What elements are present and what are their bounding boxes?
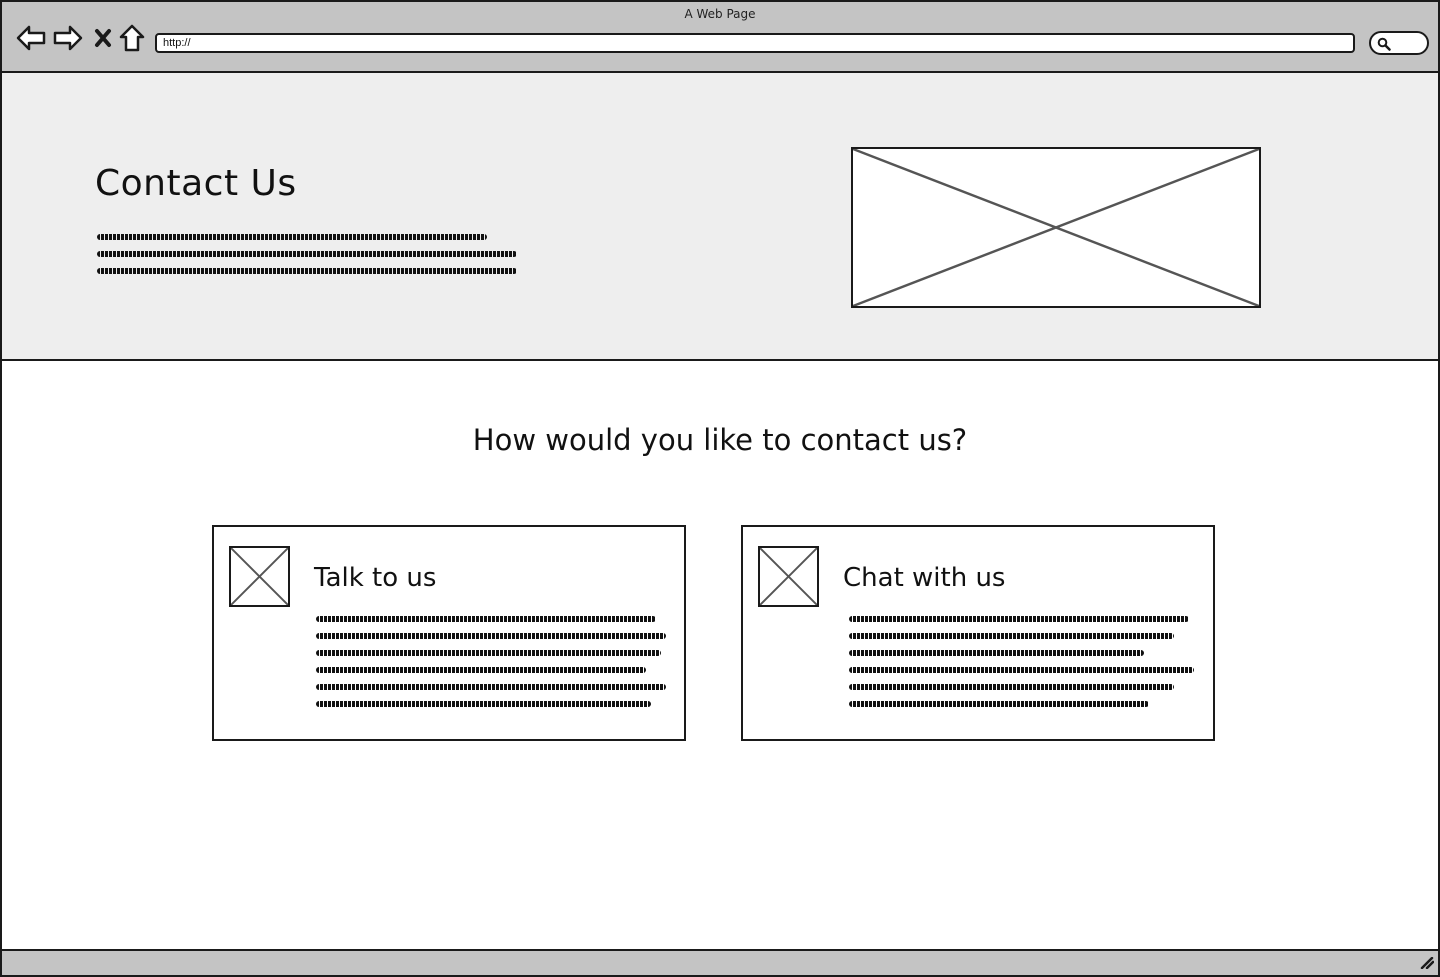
card-image-placeholder [758, 546, 819, 607]
url-input[interactable]: http:// [155, 33, 1355, 53]
hero-image-placeholder [851, 147, 1261, 308]
text-line [849, 633, 1174, 639]
section-heading: How would you like to contact us? [472, 423, 968, 457]
forward-button[interactable] [52, 22, 84, 54]
text-line [316, 633, 666, 639]
text-line [316, 616, 656, 622]
page-title: Contact Us [95, 163, 297, 204]
text-line [97, 251, 517, 257]
text-line [849, 650, 1144, 656]
close-icon [95, 29, 111, 47]
contact-card-talk[interactable]: Talk to us [212, 525, 686, 741]
browser-toolbar: A Web Page http:// [2, 2, 1438, 73]
hero-section: Contact Us [2, 73, 1438, 361]
home-icon [119, 24, 145, 52]
text-line [316, 667, 646, 673]
image-placeholder-icon [853, 149, 1259, 306]
image-placeholder-icon [760, 548, 817, 605]
text-line [97, 268, 517, 274]
card-title: Chat with us [843, 563, 1006, 593]
text-line [316, 701, 651, 707]
text-line [316, 684, 666, 690]
search-button[interactable] [1369, 31, 1429, 55]
browser-window: A Web Page http:// Contact Us How would … [0, 0, 1440, 977]
text-line [849, 701, 1149, 707]
image-placeholder-icon [231, 548, 288, 605]
back-button[interactable] [15, 22, 47, 54]
text-line [97, 234, 487, 240]
search-icon [1377, 37, 1391, 51]
stop-button[interactable] [87, 22, 119, 54]
card-placeholder-text [316, 616, 666, 718]
window-title: A Web Page [684, 7, 756, 21]
resize-grip-icon[interactable] [1420, 957, 1434, 969]
back-arrow-icon [16, 25, 46, 51]
hero-placeholder-text [97, 234, 517, 285]
text-line [849, 616, 1189, 622]
text-line [316, 650, 661, 656]
home-button[interactable] [116, 22, 148, 54]
text-line [849, 667, 1194, 673]
card-image-placeholder [229, 546, 290, 607]
contact-card-chat[interactable]: Chat with us [741, 525, 1215, 741]
text-line [849, 684, 1174, 690]
status-bar [2, 949, 1438, 975]
card-title: Talk to us [314, 563, 437, 593]
card-placeholder-text [849, 616, 1194, 718]
forward-arrow-icon [53, 25, 83, 51]
